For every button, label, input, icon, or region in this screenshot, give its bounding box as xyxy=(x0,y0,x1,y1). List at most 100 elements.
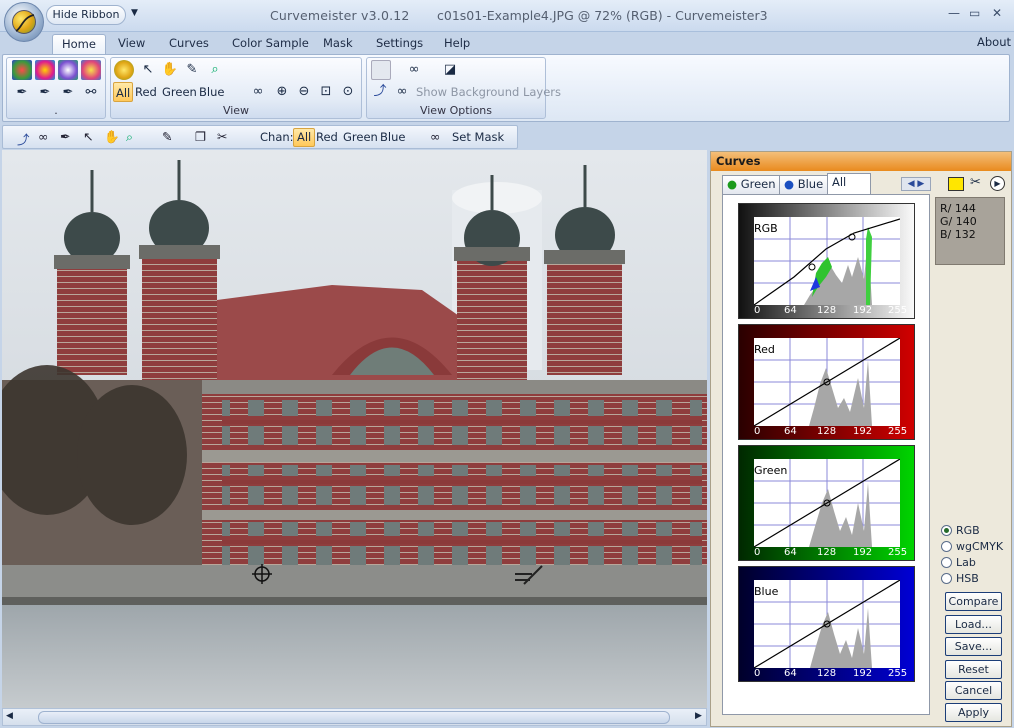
image-canvas[interactable] xyxy=(2,150,707,708)
curve-graph-label: RGB xyxy=(754,222,778,235)
toolbar-channel-green[interactable]: Green xyxy=(343,130,378,144)
zoom-actual-icon[interactable]: ⊙ xyxy=(338,82,358,102)
white-eyedropper-icon[interactable]: ✒ xyxy=(58,83,78,103)
eyedropper-icon[interactable]: ✎ xyxy=(182,60,202,80)
curves-tab-blue[interactable]: ● Blue xyxy=(779,175,830,194)
view-channel-red[interactable]: Red xyxy=(133,82,159,102)
pen-tool-icon[interactable]: ✒ xyxy=(60,129,70,144)
pointer-icon[interactable]: ↖ xyxy=(83,129,93,144)
hide-ribbon-button[interactable]: Hide Ribbon xyxy=(46,5,126,25)
tab-settings[interactable]: Settings xyxy=(376,34,423,55)
curve-axis-ticks: 0 64 128 192 255 xyxy=(739,668,914,680)
minimize-button[interactable]: — xyxy=(948,6,960,20)
mask-overlay-icon[interactable]: ∞ xyxy=(392,82,412,102)
radio-label: HSB xyxy=(956,572,979,585)
mode-radio-rgb[interactable]: RGB xyxy=(941,524,980,538)
curves-tab-label: Green xyxy=(740,177,776,191)
gray-eyedropper-icon[interactable]: ✒ xyxy=(35,83,55,103)
zoom-fit-icon[interactable]: ⊡ xyxy=(316,82,336,102)
compare-button[interactable]: Compare xyxy=(945,592,1002,611)
scroll-right-icon[interactable]: ▶ xyxy=(695,711,702,721)
tab-help[interactable]: Help xyxy=(444,34,470,55)
view-channel-all[interactable]: All xyxy=(113,82,134,102)
curve-tool-icon[interactable]: ⤴ xyxy=(17,129,30,148)
ribbon-group-label: . xyxy=(54,104,58,117)
curves-tab-green[interactable]: ● Green xyxy=(722,175,782,194)
curve-overlay-icon[interactable]: ⤴ xyxy=(370,82,390,102)
reset-button[interactable]: Reset xyxy=(945,660,1002,679)
close-button[interactable]: ✕ xyxy=(992,6,1002,20)
tab-view[interactable]: View xyxy=(118,34,145,55)
restore-button[interactable]: ▭ xyxy=(969,6,980,20)
ribbon-tab-row xyxy=(0,32,1014,54)
tick-label: 0 xyxy=(754,668,761,679)
show-background-layers-button[interactable]: Show Background Layers xyxy=(414,82,563,102)
app-menu-orb-button[interactable] xyxy=(4,2,44,42)
copy-icon[interactable]: ❐ xyxy=(195,129,206,144)
channel-label: Chan: xyxy=(260,130,294,144)
scrollbar-thumb[interactable] xyxy=(38,711,670,724)
mask-tool-icon[interactable]: ∞ xyxy=(38,129,48,144)
ribbon-group-label: View xyxy=(222,104,250,117)
tab-home[interactable]: Home xyxy=(52,34,106,55)
radio-unchecked-icon xyxy=(941,573,952,584)
auto-tone-icon[interactable]: ⚯ xyxy=(81,83,101,103)
curve-graph-blue[interactable]: Blue 0 64 128 192 255 xyxy=(738,566,915,682)
curves-tab-all[interactable]: All xyxy=(827,173,871,194)
cancel-button[interactable]: Cancel xyxy=(945,681,1002,700)
zoom-icon[interactable]: ⌕ xyxy=(126,129,133,145)
pointer-icon[interactable]: ↖ xyxy=(138,60,158,80)
zoom-in-icon[interactable]: ⊕ xyxy=(272,82,292,102)
toolbar-channel-blue[interactable]: Blue xyxy=(380,130,405,144)
view-channel-green[interactable]: Green xyxy=(160,82,199,102)
image-options-icon[interactable]: ◪ xyxy=(440,60,460,80)
mask-view-icon[interactable]: ∞ xyxy=(248,82,268,102)
tick-label: 192 xyxy=(853,547,873,558)
tick-label: 192 xyxy=(853,426,873,437)
tab-scroll-arrows-icon[interactable]: ◀ ▶ xyxy=(901,177,931,191)
hand-icon[interactable]: ✋ xyxy=(104,129,120,145)
wrench-icon[interactable]: ✂ xyxy=(217,129,227,144)
toolbar-channel-all[interactable]: All xyxy=(293,128,316,147)
toolbar-channel-red[interactable]: Red xyxy=(316,130,338,144)
mode-radio-wgcmyk[interactable]: wgCMYK xyxy=(941,540,1003,554)
zoom-out-icon[interactable]: ⊖ xyxy=(294,82,314,102)
green-ball-icon: ● xyxy=(727,177,738,191)
curve-graph-red[interactable]: Red 0 64 128 192 255 xyxy=(738,324,915,440)
sticky-note-icon[interactable] xyxy=(948,177,964,191)
quick-access-dropdown-icon[interactable]: ▼ xyxy=(131,8,138,18)
rgb-picker-icon[interactable] xyxy=(12,60,32,80)
tick-label: 64 xyxy=(784,547,797,558)
layer-view-icon[interactable] xyxy=(371,60,391,80)
apply-button[interactable]: Apply xyxy=(945,703,1002,722)
tab-color-sample[interactable]: Color Sample xyxy=(232,34,309,55)
zoom-icon[interactable]: ⌕ xyxy=(205,60,225,80)
curve-axis-ticks: 0 64 128 192 255 xyxy=(739,305,914,317)
hand-icon[interactable]: ✋ xyxy=(160,60,180,80)
save-button[interactable]: Save... xyxy=(945,637,1002,656)
mask-display-icon[interactable]: ∞ xyxy=(404,60,424,80)
color-readout: R/ 144 G/ 140 B/ 132 xyxy=(935,197,1005,265)
tab-curves[interactable]: Curves xyxy=(169,34,209,55)
curve-logo-icon xyxy=(15,14,35,32)
curve-graph-rgb[interactable]: RGB 0 64 128 192 255 xyxy=(738,203,915,319)
curve-tool-icon[interactable] xyxy=(114,60,134,80)
cmyk-picker-icon[interactable] xyxy=(35,60,55,80)
curve-graph-green[interactable]: Green 0 64 128 192 255 xyxy=(738,445,915,561)
view-channel-blue[interactable]: Blue xyxy=(197,82,226,102)
tab-mask[interactable]: Mask xyxy=(323,34,353,55)
load-button[interactable]: Load... xyxy=(945,615,1002,634)
wrench-icon[interactable]: ✂ xyxy=(970,175,981,190)
mode-radio-lab[interactable]: Lab xyxy=(941,556,976,570)
lab-picker-icon[interactable] xyxy=(58,60,78,80)
play-icon[interactable]: ▶ xyxy=(990,176,1005,191)
scroll-left-icon[interactable]: ◀ xyxy=(6,711,13,721)
hsb-picker-icon[interactable] xyxy=(81,60,101,80)
eyedropper-icon[interactable]: ✎ xyxy=(162,129,172,144)
curves-panel-title: Curves xyxy=(711,152,1011,171)
mode-radio-hsb[interactable]: HSB xyxy=(941,572,979,586)
set-mask-button[interactable]: Set Mask xyxy=(452,130,504,144)
black-eyedropper-icon[interactable]: ✒ xyxy=(12,83,32,103)
set-mask-icon: ∞ xyxy=(430,129,441,144)
about-link[interactable]: About xyxy=(977,35,1011,49)
